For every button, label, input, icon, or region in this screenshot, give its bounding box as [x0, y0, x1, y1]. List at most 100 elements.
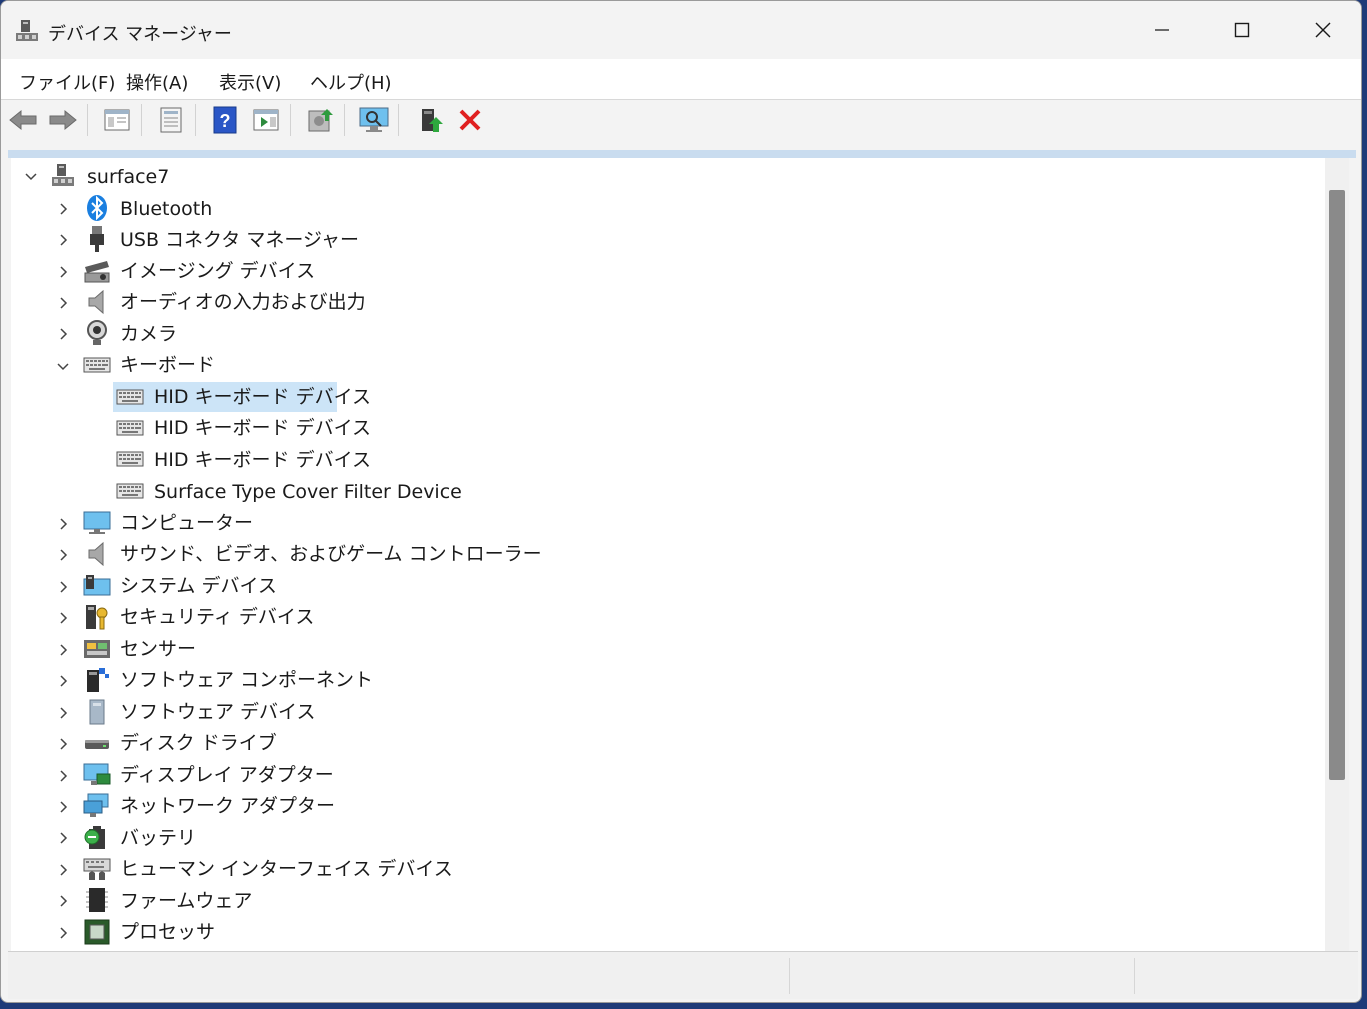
tree-item-label[interactable]: サウンド、ビデオ、およびゲーム コントローラー	[120, 540, 542, 568]
security-key-icon	[83, 603, 111, 631]
keyboard-icon	[116, 383, 144, 411]
tree-item-label[interactable]: ディスク ドライブ	[120, 729, 277, 757]
help-button[interactable]: ?	[209, 104, 241, 136]
menu-help[interactable]: ヘルプ(H)	[306, 67, 396, 97]
menu-file[interactable]: ファイル(F)	[15, 67, 119, 97]
svg-text:?: ?	[220, 111, 231, 131]
tree-item-label[interactable]: ディスプレイ アダプター	[120, 761, 334, 789]
chevron-right-icon[interactable]	[56, 516, 72, 532]
firmware-icon	[83, 886, 111, 914]
chevron-right-icon[interactable]	[56, 705, 72, 721]
vertical-scrollbar[interactable]	[1325, 158, 1349, 951]
chevron-right-icon[interactable]	[56, 264, 72, 280]
menu-view[interactable]: 表示(V)	[215, 67, 285, 97]
chevron-right-icon[interactable]	[56, 232, 72, 248]
chevron-down-icon[interactable]	[55, 359, 71, 375]
minimize-icon	[1155, 29, 1169, 31]
chevron-right-icon[interactable]	[56, 862, 72, 878]
chevron-right-icon[interactable]	[56, 673, 72, 689]
chevron-right-icon[interactable]	[56, 642, 72, 658]
tree-item-label[interactable]: ファームウェア	[120, 887, 252, 915]
menu-action[interactable]: 操作(A)	[122, 67, 192, 97]
tree-item-label[interactable]: センサー	[120, 635, 196, 663]
pane-divider	[8, 150, 1356, 158]
chevron-down-icon[interactable]	[23, 169, 39, 185]
tree-item-label[interactable]: バッテリ	[120, 824, 196, 852]
tree-item-label[interactable]: セキュリティ デバイス	[120, 603, 314, 631]
keyboard-icon	[116, 445, 144, 473]
system-device-icon	[83, 572, 111, 600]
tree-item-label[interactable]: ソフトウェア コンポーネント	[120, 666, 373, 694]
chevron-right-icon[interactable]	[56, 768, 72, 784]
device-tree[interactable]: surface7 Bluetooth USB コネクタ マネージャー イメージン…	[11, 158, 1325, 951]
tree-root-label[interactable]: surface7	[87, 163, 169, 191]
chevron-right-icon[interactable]	[56, 326, 72, 342]
tree-item-label[interactable]: システム デバイス	[120, 572, 277, 600]
tree-item-label[interactable]: キーボード	[120, 351, 215, 379]
usb-connector-icon	[83, 225, 111, 253]
scan-hardware-button[interactable]	[358, 104, 390, 136]
chevron-right-icon[interactable]	[56, 579, 72, 595]
uninstall-device-icon	[459, 109, 481, 131]
tree-item-label[interactable]: イメージング デバイス	[120, 257, 315, 285]
update-driver-button[interactable]	[304, 104, 336, 136]
chevron-right-icon[interactable]	[56, 547, 72, 563]
action-pane-icon	[253, 109, 279, 131]
tree-item-label[interactable]: コンピューター	[120, 509, 253, 537]
title-bar[interactable]: デバイス マネージャー	[1, 1, 1361, 59]
forward-arrow-icon	[49, 109, 77, 131]
tree-item-label[interactable]: Surface Type Cover Filter Device	[154, 478, 462, 506]
toolbar-separator	[141, 104, 142, 136]
keyboard-icon	[83, 351, 111, 379]
software-component-icon	[83, 666, 111, 694]
computer-root-icon	[49, 162, 77, 190]
sensor-icon	[83, 635, 111, 663]
close-button[interactable]	[1283, 1, 1361, 59]
chevron-right-icon[interactable]	[56, 201, 72, 217]
console-tree-button[interactable]	[101, 104, 133, 136]
uninstall-device-button[interactable]	[454, 104, 486, 136]
processor-icon	[83, 918, 111, 946]
enable-device-button[interactable]	[414, 104, 446, 136]
tree-item-label[interactable]: オーディオの入力および出力	[120, 288, 366, 316]
toolbar-separator	[398, 104, 399, 136]
tree-item-label[interactable]: HID キーボード デバイス	[154, 414, 371, 442]
keyboard-icon	[116, 477, 144, 505]
help-icon: ?	[213, 106, 237, 134]
tree-item-label[interactable]: プロセッサ	[120, 918, 215, 946]
chevron-right-icon[interactable]	[56, 799, 72, 815]
chevron-right-icon[interactable]	[56, 736, 72, 752]
forward-button[interactable]	[47, 104, 79, 136]
chevron-right-icon[interactable]	[56, 610, 72, 626]
tree-item-label[interactable]: ソフトウェア デバイス	[120, 698, 315, 726]
tree-item-label[interactable]: HID キーボード デバイス	[154, 446, 371, 474]
maximize-button[interactable]	[1202, 1, 1282, 59]
status-cell	[789, 958, 790, 994]
chevron-right-icon[interactable]	[56, 295, 72, 311]
back-button[interactable]	[7, 104, 39, 136]
toolbar-separator	[87, 104, 88, 136]
status-bar	[8, 951, 1358, 999]
enable-device-icon	[422, 109, 443, 132]
chevron-right-icon[interactable]	[56, 893, 72, 909]
show-hide-console-tree-icon	[104, 109, 130, 131]
speaker-icon	[83, 288, 111, 316]
tree-item-label[interactable]: USB コネクタ マネージャー	[120, 226, 359, 254]
display-adapter-icon	[83, 761, 111, 789]
device-manager-app-icon	[15, 18, 39, 44]
tree-item-label[interactable]: ヒューマン インターフェイス デバイス	[120, 855, 453, 883]
tree-item-label[interactable]: Bluetooth	[120, 195, 212, 223]
properties-button[interactable]	[155, 104, 187, 136]
chevron-right-icon[interactable]	[56, 925, 72, 941]
bluetooth-icon	[83, 194, 111, 222]
scrollbar-thumb[interactable]	[1329, 190, 1345, 780]
chevron-right-icon[interactable]	[56, 830, 72, 846]
toolbar-separator	[344, 104, 345, 136]
disk-drive-icon	[83, 729, 111, 757]
status-cell	[1134, 958, 1135, 994]
tree-item-label[interactable]: HID キーボード デバイス	[154, 383, 371, 411]
tree-item-label[interactable]: ネットワーク アダプター	[120, 792, 335, 820]
action-pane-button[interactable]	[250, 104, 282, 136]
minimize-button[interactable]	[1122, 1, 1202, 59]
tree-item-label[interactable]: カメラ	[120, 320, 177, 348]
